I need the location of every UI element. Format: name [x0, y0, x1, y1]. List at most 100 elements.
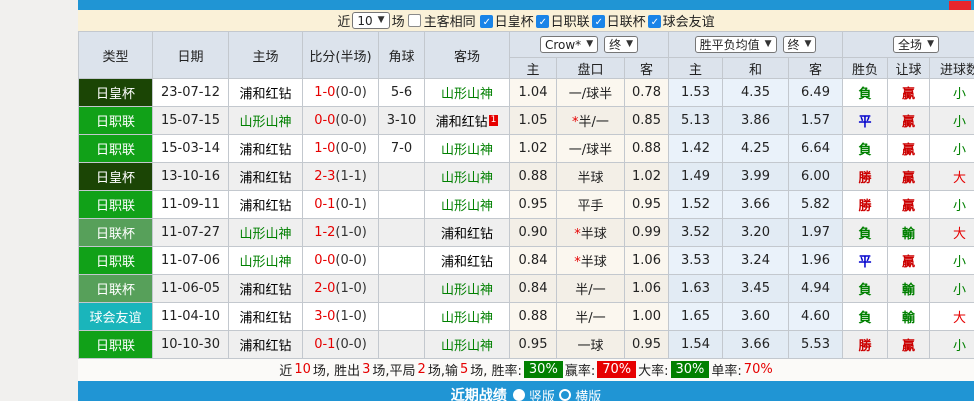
away-team-name: 山形山神 [441, 143, 493, 158]
result-text: 負 [859, 311, 872, 326]
league-checkbox[interactable] [480, 15, 493, 28]
home-team-name: 浦和红钻 [239, 87, 291, 102]
select-value: 终 [788, 39, 800, 51]
handicap: *半球 [557, 247, 625, 275]
odds-home: 0.88 [510, 303, 557, 331]
corner-count: 7-0 [379, 135, 425, 163]
column-header: 比分(半场) [303, 32, 379, 79]
column-header: 日期 [153, 32, 229, 79]
league-checkbox[interactable] [648, 15, 661, 28]
sub-column-header: 和 [723, 58, 789, 79]
result-text: 負 [859, 227, 872, 242]
result: 負 [843, 135, 888, 163]
table-row: 日联杯11-07-27山形山神1-2(1-0)浦和红钻0.90*半球0.993.… [79, 219, 974, 247]
view-radio[interactable] [513, 389, 525, 401]
handicap-result-text: 贏 [902, 171, 915, 186]
away-team-name: 山形山神 [441, 171, 493, 186]
league-checkbox[interactable] [536, 15, 549, 28]
away-team-name: 山形山神 [441, 339, 493, 354]
home-team: 山形山神 [229, 247, 303, 275]
handicap-text: 半/一 [575, 311, 605, 326]
away-team: 山形山神 [425, 331, 510, 359]
away-team: 山形山神 [425, 135, 510, 163]
summary-segment: 赢率: [565, 360, 595, 379]
avg-away: 6.64 [789, 135, 843, 163]
view-radio[interactable] [559, 389, 571, 401]
avg-home: 1.63 [669, 275, 723, 303]
avg-draw: 3.86 [723, 107, 789, 135]
halftime-score: (0-0) [335, 113, 366, 128]
column-header: 角球 [379, 32, 425, 79]
match-count-value: 10 [357, 15, 372, 27]
type-badge: 日职联 [79, 331, 153, 359]
handicap-result: 贏 [888, 79, 930, 107]
halftime-score: (0-0) [335, 337, 366, 352]
goals-result: 小 [930, 275, 974, 303]
goals-result: 小 [930, 135, 974, 163]
table-row: 日职联15-07-15山形山神0-0(0-0)3-10浦和红钻11.05*半/一… [79, 107, 974, 135]
handicap: 半球 [557, 163, 625, 191]
odds-away: 0.95 [625, 331, 669, 359]
corner-count [379, 303, 425, 331]
result-text: 負 [859, 87, 872, 102]
score: 1-0(0-0) [303, 79, 379, 107]
goals-result-text: 小 [953, 283, 966, 298]
avg-stage-select[interactable]: 终▼ [783, 36, 817, 53]
avg-draw: 3.45 [723, 275, 789, 303]
handicap: *半/一 [557, 107, 625, 135]
away-team-name: 山形山神 [441, 87, 493, 102]
goals-result-text: 大 [953, 227, 966, 242]
view-radio-label[interactable]: 竖版 [525, 390, 559, 401]
home-team: 浦和红钻 [229, 135, 303, 163]
odds-away: 1.06 [625, 275, 669, 303]
halftime-score: (0-1) [335, 197, 366, 212]
goals-result: 大 [930, 303, 974, 331]
halftime-score: (1-0) [335, 225, 366, 240]
league-checkbox[interactable] [592, 15, 605, 28]
handicap: 一/球半 [557, 79, 625, 107]
odds-home: 0.95 [510, 191, 557, 219]
goals-result: 大 [930, 163, 974, 191]
footer-title: 近期战绩 [451, 385, 507, 401]
away-team: 山形山神 [425, 79, 510, 107]
handicap-result-text: 贏 [902, 255, 915, 270]
league-checkbox-label: 日职联 [551, 15, 590, 30]
type-badge: 日联杯 [79, 219, 153, 247]
odds-away: 1.06 [625, 247, 669, 275]
away-team: 浦和红钻 [425, 219, 510, 247]
odds-stage-select[interactable]: 终▼ [604, 36, 638, 53]
result: 勝 [843, 191, 888, 219]
odds-home: 0.88 [510, 163, 557, 191]
red-indicator [949, 1, 971, 10]
fulltime-score: 2-3 [314, 169, 335, 184]
avg-type-select[interactable]: 胜平负均值▼ [695, 36, 777, 53]
bookmaker-select[interactable]: Crow*▼ [540, 36, 598, 53]
filter-bar: 近 10▼ 场 主客相同 日皇杯日职联日联杯球会友谊 [78, 10, 974, 31]
same-venue-checkbox[interactable] [408, 14, 421, 27]
away-team-name: 山形山神 [441, 199, 493, 214]
period-select[interactable]: 全场▼ [893, 36, 939, 53]
handicap: 平手 [557, 191, 625, 219]
odds-home: 1.05 [510, 107, 557, 135]
home-team-name: 浦和红钻 [239, 171, 291, 186]
odds-home: 1.02 [510, 135, 557, 163]
odds-away: 0.85 [625, 107, 669, 135]
view-radio-label[interactable]: 横版 [571, 390, 601, 401]
score: 0-1(0-0) [303, 331, 379, 359]
handicap-text: 半球 [577, 171, 603, 186]
handicap: *半球 [557, 219, 625, 247]
goals-result: 大 [930, 219, 974, 247]
halftime-score: (1-0) [335, 281, 366, 296]
summary-segment: 2 [418, 362, 426, 377]
select-value: Crow* [545, 39, 581, 51]
result-text: 勝 [859, 199, 872, 214]
result-text: 勝 [859, 171, 872, 186]
summary-segment: 30% [671, 361, 710, 378]
goals-result: 小 [930, 331, 974, 359]
halftime-score: (0-0) [335, 141, 366, 156]
away-team-name: 山形山神 [441, 311, 493, 326]
handicap-text: 平手 [577, 199, 603, 214]
match-date: 11-06-05 [153, 275, 229, 303]
match-count-select[interactable]: 10▼ [352, 12, 389, 29]
goals-result-text: 小 [953, 339, 966, 354]
